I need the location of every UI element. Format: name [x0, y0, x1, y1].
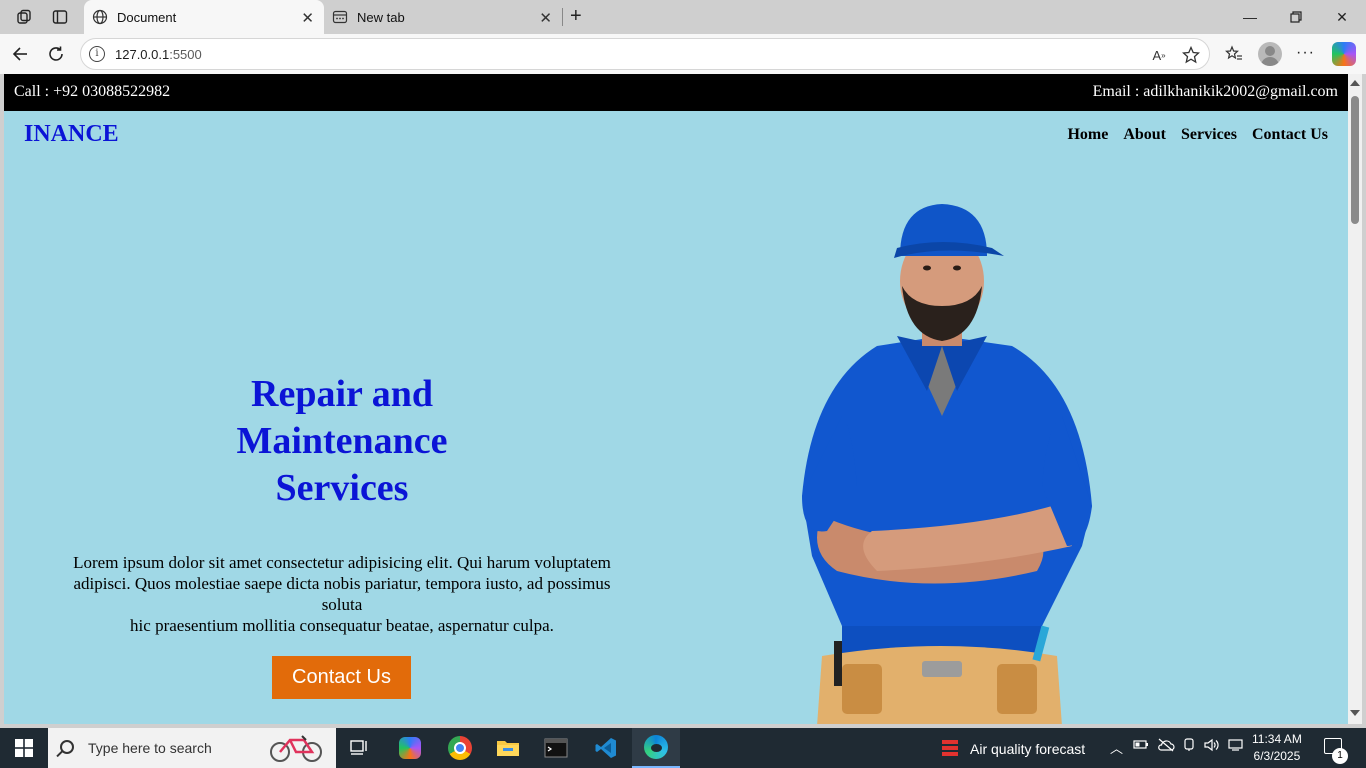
favorites-icon[interactable] [1224, 44, 1244, 64]
read-aloud-icon[interactable]: A» [1149, 45, 1169, 65]
terminal-icon[interactable] [532, 728, 580, 768]
worker-image [802, 204, 1092, 724]
chevron-up-icon[interactable]: ︿ [1110, 738, 1123, 757]
search-icon [60, 740, 74, 754]
scroll-down-icon[interactable] [1350, 710, 1360, 716]
nav-home[interactable]: Home [1067, 126, 1108, 144]
edge-icon[interactable] [632, 728, 680, 768]
cloud-offline-icon[interactable] [1157, 738, 1175, 755]
minimize-icon[interactable]: — [1230, 6, 1270, 28]
volume-icon[interactable] [1204, 738, 1220, 755]
notification-badge: 1 [1332, 748, 1348, 764]
more-options-icon[interactable]: ··· [1296, 44, 1315, 62]
browser-tab-bar: Document ✕ New tab ✕ + — ✕ [0, 0, 1366, 34]
bicycle-icon [270, 735, 322, 762]
task-view-icon[interactable] [336, 728, 384, 768]
search-placeholder: Type here to search [88, 740, 212, 756]
brand-logo[interactable]: INANCE [24, 121, 119, 148]
taskbar-search[interactable]: Type here to search [48, 728, 336, 768]
nav-about[interactable]: About [1123, 126, 1166, 144]
contact-us-button[interactable]: Contact Us [272, 656, 411, 699]
reload-icon[interactable] [44, 42, 68, 66]
contact-topbar: Call : +92 03088522982 Email : adilkhani… [4, 74, 1348, 111]
vscode-icon[interactable] [582, 728, 630, 768]
clock-date: 6/3/2025 [1253, 749, 1301, 763]
address-toolbar: i 127.0.0.1:5500 A» ··· [0, 34, 1366, 74]
site-info-icon[interactable]: i [89, 46, 105, 62]
windows-start-icon[interactable] [0, 728, 48, 768]
newtab-icon [332, 9, 348, 25]
close-tab-icon[interactable]: ✕ [301, 9, 314, 27]
window-border [1362, 74, 1366, 724]
scroll-up-icon[interactable] [1350, 80, 1360, 86]
chrome-icon[interactable] [436, 728, 484, 768]
air-quality-icon [942, 740, 958, 756]
tab-title: Document [117, 9, 177, 25]
workspaces-icon[interactable] [13, 6, 35, 28]
close-tab-icon[interactable]: ✕ [539, 9, 552, 27]
weather-widget[interactable]: Air quality forecast [940, 738, 1085, 760]
nav-contact-us[interactable]: Contact Us [1252, 126, 1328, 144]
favorite-star-icon[interactable] [1181, 45, 1201, 65]
globe-icon [92, 9, 108, 25]
copilot-icon[interactable] [1332, 42, 1356, 66]
weather-text: Air quality forecast [970, 741, 1086, 757]
tab-actions-icon[interactable] [49, 6, 71, 28]
page-viewport: Call : +92 03088522982 Email : adilkhani… [4, 74, 1348, 724]
system-clock[interactable]: 11:34 AM 6/3/2025 [1252, 731, 1302, 765]
tab-document[interactable]: Document ✕ [84, 0, 324, 34]
tab-title: New tab [357, 9, 405, 25]
restore-icon[interactable] [1276, 6, 1316, 28]
copilot-taskbar-icon[interactable] [386, 728, 434, 768]
tab-new-tab[interactable]: New tab ✕ [324, 0, 562, 34]
profile-avatar[interactable] [1258, 42, 1282, 66]
url-text[interactable]: 127.0.0.1:5500 [115, 47, 202, 62]
hero-title: Repair and Maintenance Services [236, 373, 448, 509]
meet-now-icon[interactable] [1182, 738, 1196, 755]
network-icon[interactable] [1228, 738, 1244, 755]
clock-time: 11:34 AM [1252, 732, 1302, 746]
scroll-thumb[interactable] [1351, 96, 1359, 224]
email-text: Email : adilkhanikik2002@gmail.com [1092, 83, 1338, 100]
file-explorer-icon[interactable] [484, 728, 532, 768]
main-nav: Home About Services Contact Us [1067, 126, 1328, 144]
call-text: Call : +92 03088522982 [14, 83, 171, 100]
address-bar[interactable]: i 127.0.0.1:5500 A» [80, 38, 1210, 70]
new-tab-icon[interactable]: + [570, 5, 582, 28]
nav-services[interactable]: Services [1181, 126, 1237, 144]
back-icon[interactable] [8, 42, 32, 66]
tab-separator [562, 8, 563, 26]
windows-taskbar: Type here to search Air quality forecast [0, 728, 1366, 768]
battery-icon[interactable] [1133, 738, 1149, 753]
hero-description: Lorem ipsum dolor sit amet consectetur a… [73, 553, 611, 635]
vertical-scrollbar[interactable] [1348, 74, 1362, 724]
close-window-icon[interactable]: ✕ [1322, 6, 1362, 28]
